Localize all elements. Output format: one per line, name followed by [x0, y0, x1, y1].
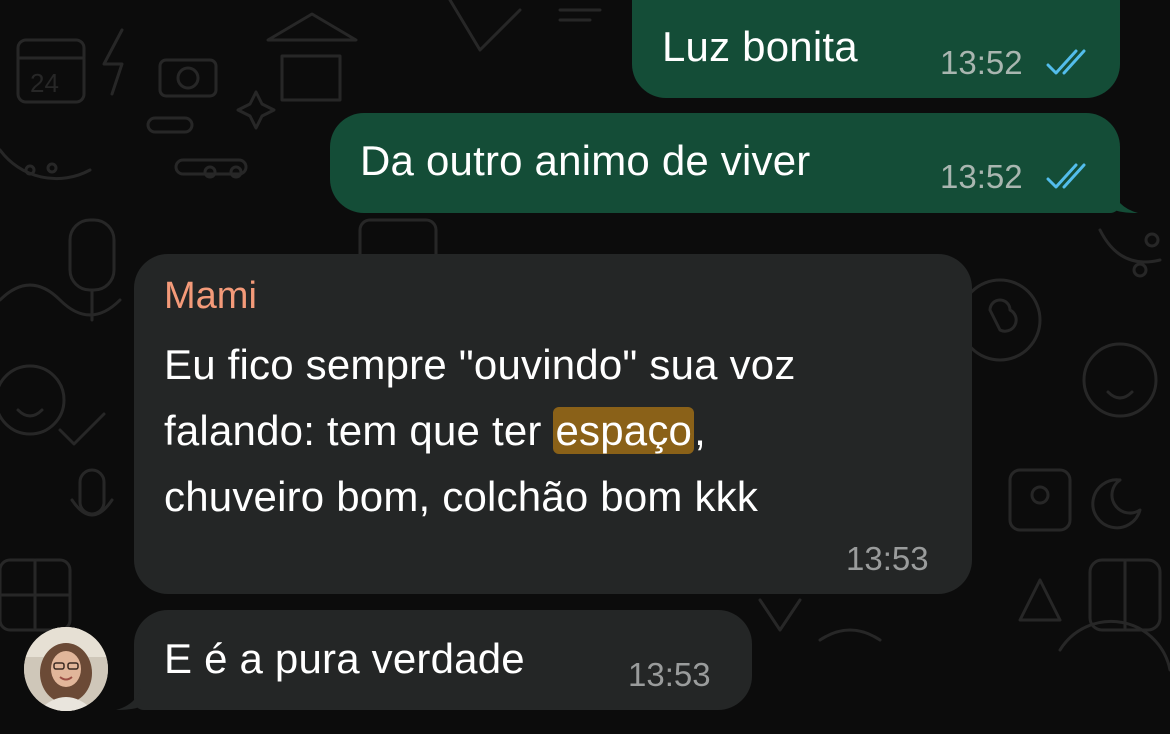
- double-check-icon: [1046, 49, 1086, 75]
- svg-text:24: 24: [30, 68, 59, 98]
- message-text: E é a pura verdade: [164, 635, 525, 682]
- message-timestamp: 13:53: [846, 540, 929, 577]
- message-text: Luz bonita: [662, 23, 858, 70]
- incoming-message-bubble[interactable]: E é a pura verdade 13:53: [134, 610, 752, 710]
- message-timestamp: 13:53: [628, 656, 711, 693]
- message-timestamp: 13:52: [940, 44, 1023, 81]
- sender-name: Mami: [164, 275, 257, 317]
- outgoing-message-bubble[interactable]: Da outro animo de viver 13:52: [330, 113, 1120, 213]
- message-text: Da outro animo de viver: [360, 137, 811, 184]
- message-text: Eu fico sempre "ouvindo" sua voz falando…: [164, 332, 796, 530]
- search-highlight: espaço: [553, 407, 695, 454]
- bubble-tail: [116, 684, 142, 710]
- outgoing-message-bubble[interactable]: Luz bonita 13:52: [632, 0, 1120, 98]
- double-check-icon: [1046, 163, 1086, 189]
- avatar-portrait: [24, 627, 108, 711]
- contact-avatar[interactable]: [24, 627, 108, 711]
- bubble-tail: [1112, 187, 1138, 213]
- incoming-message-bubble[interactable]: Mami Eu fico sempre "ouvindo" sua voz fa…: [134, 254, 972, 594]
- message-timestamp: 13:52: [940, 158, 1023, 195]
